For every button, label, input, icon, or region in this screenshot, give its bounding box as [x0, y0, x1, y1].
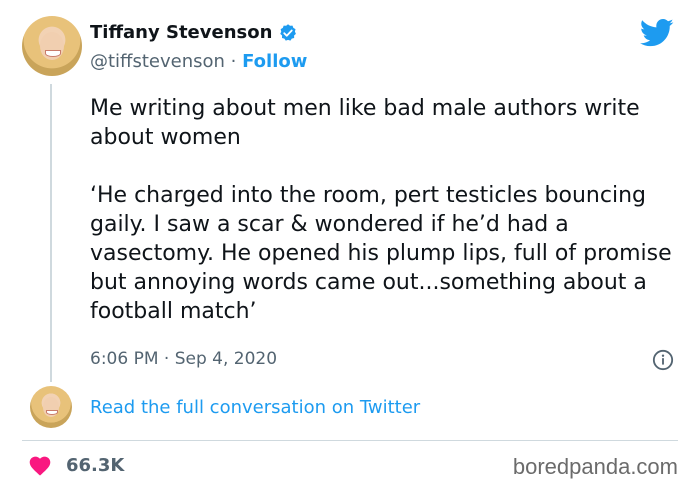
follow-button[interactable]: Follow [242, 51, 307, 72]
heart-icon [29, 456, 51, 476]
like-button[interactable]: 66.3K [28, 454, 124, 476]
tweet-timestamp[interactable]: 6:06 PM · Sep 4, 2020 [90, 349, 277, 369]
thread-connector-line [50, 84, 52, 382]
verified-badge-icon [280, 23, 297, 41]
info-icon[interactable] [652, 349, 674, 371]
handle-row: @tiffstevenson · Follow [90, 51, 307, 72]
author-name[interactable]: Tiffany Stevenson [90, 22, 272, 43]
author-handle[interactable]: @tiffstevenson [90, 51, 225, 72]
avatar-smile [44, 49, 62, 57]
watermark: boredpanda.com [512, 454, 678, 479]
twitter-bird-icon[interactable] [640, 18, 674, 48]
conversation-avatar [30, 386, 72, 428]
author-avatar[interactable] [22, 16, 82, 76]
likes-count: 66.3K [66, 454, 125, 476]
handle-separator: · [230, 51, 237, 72]
read-conversation-link[interactable]: Read the full conversation on Twitter [90, 397, 420, 418]
author-name-row[interactable]: Tiffany Stevenson [90, 22, 298, 43]
divider [22, 440, 678, 441]
tweet-text: Me writing about men like bad male autho… [90, 96, 672, 324]
